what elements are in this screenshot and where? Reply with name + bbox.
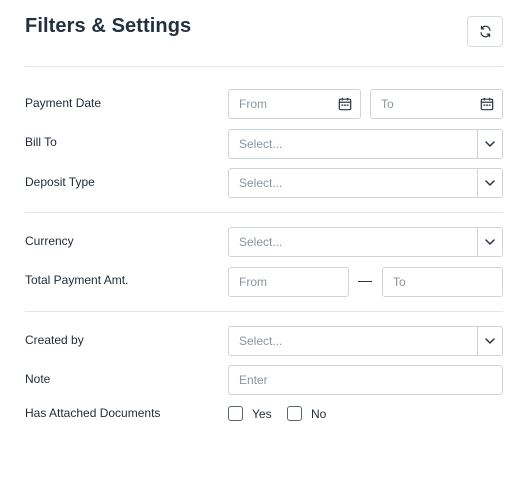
total-payment-to-placeholder: To bbox=[393, 275, 406, 289]
deposit-type-label: Deposit Type bbox=[25, 175, 95, 189]
header-divider bbox=[25, 66, 503, 67]
attached-no-option[interactable]: No bbox=[287, 406, 326, 421]
has-attached-documents-label: Has Attached Documents bbox=[25, 406, 161, 420]
deposit-type-placeholder: Select... bbox=[239, 176, 283, 190]
chevron-down-icon bbox=[485, 180, 495, 186]
yes-label: Yes bbox=[252, 406, 272, 421]
chevron-down-icon bbox=[485, 239, 495, 245]
calendar-icon bbox=[480, 97, 494, 111]
deposit-type-select[interactable]: Select... bbox=[228, 168, 503, 198]
payment-date-to-field[interactable]: To bbox=[370, 89, 503, 119]
attached-yes-option[interactable]: Yes bbox=[228, 406, 272, 421]
currency-select[interactable]: Select... bbox=[228, 227, 503, 257]
no-label: No bbox=[311, 406, 327, 421]
bill-to-label: Bill To bbox=[25, 135, 57, 149]
payment-date-label: Payment Date bbox=[25, 96, 102, 110]
note-label: Note bbox=[25, 372, 51, 386]
currency-dropdown-toggle[interactable] bbox=[477, 228, 502, 256]
deposit-type-dropdown-toggle[interactable] bbox=[477, 169, 502, 197]
note-placeholder: Enter bbox=[239, 373, 268, 387]
currency-label: Currency bbox=[25, 234, 74, 248]
payment-date-from-field[interactable]: From bbox=[228, 89, 361, 119]
chevron-down-icon bbox=[485, 141, 495, 147]
bill-to-dropdown-toggle[interactable] bbox=[477, 130, 502, 158]
created-by-label: Created by bbox=[25, 333, 84, 347]
bill-to-placeholder: Select... bbox=[239, 137, 283, 151]
created-by-dropdown-toggle[interactable] bbox=[477, 327, 502, 355]
total-payment-from-field[interactable]: From bbox=[228, 267, 349, 297]
page-title: Filters & Settings bbox=[25, 15, 192, 37]
section-divider bbox=[25, 212, 503, 213]
total-payment-from-placeholder: From bbox=[239, 275, 267, 289]
no-checkbox[interactable] bbox=[287, 406, 302, 421]
note-input[interactable]: Enter bbox=[228, 365, 503, 395]
range-dash bbox=[358, 281, 372, 282]
section-divider bbox=[25, 311, 503, 312]
total-payment-amt-label: Total Payment Amt. bbox=[25, 273, 129, 287]
created-by-placeholder: Select... bbox=[239, 334, 283, 348]
bill-to-select[interactable]: Select... bbox=[228, 129, 503, 159]
refresh-button[interactable] bbox=[467, 16, 503, 47]
currency-placeholder: Select... bbox=[239, 235, 283, 249]
created-by-select[interactable]: Select... bbox=[228, 326, 503, 356]
calendar-icon bbox=[338, 97, 352, 111]
refresh-icon bbox=[479, 25, 491, 38]
yes-checkbox[interactable] bbox=[228, 406, 243, 421]
chevron-down-icon bbox=[485, 338, 495, 344]
total-payment-to-field[interactable]: To bbox=[382, 267, 503, 297]
